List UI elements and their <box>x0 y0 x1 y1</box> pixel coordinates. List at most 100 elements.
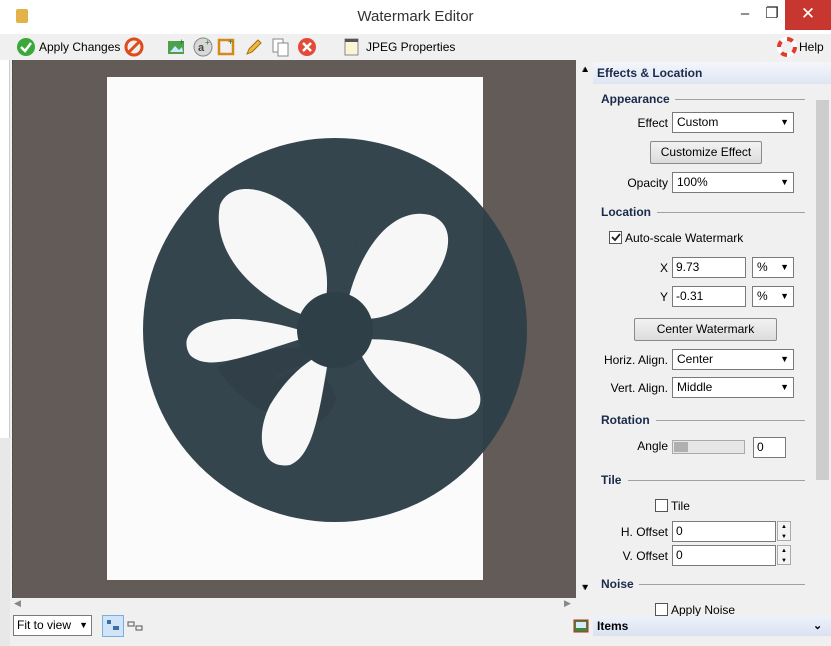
image-thumbnail-icon[interactable] <box>573 619 589 633</box>
effect-value: Custom <box>677 115 719 129</box>
svg-text:+: + <box>228 37 233 47</box>
tile-heading: Tile <box>601 473 622 487</box>
halign-label: Horiz. Align. <box>603 353 668 367</box>
expand-icon[interactable]: ⌄ <box>813 616 822 636</box>
appearance-heading: Appearance <box>601 92 670 106</box>
items-panel-header[interactable]: Items ⌄ <box>593 616 831 636</box>
noise-heading: Noise <box>601 577 634 591</box>
apply-noise-checkbox[interactable] <box>655 603 668 616</box>
apply-changes-button[interactable]: Apply Changes <box>14 36 139 58</box>
help-label: Help <box>799 40 824 54</box>
panel-collapse-icon[interactable]: ▲ <box>581 64 590 74</box>
chevron-down-icon: ▼ <box>780 382 789 392</box>
watermark-fan-logo[interactable] <box>140 135 530 525</box>
x-unit-value: % <box>757 260 768 274</box>
items-label: Items <box>597 619 629 633</box>
delete-icon[interactable] <box>297 37 317 57</box>
scroll-right-icon[interactable]: ▶ <box>564 598 571 609</box>
opacity-select[interactable]: 100% ▼ <box>672 172 794 193</box>
actual-size-toggle[interactable] <box>126 616 146 636</box>
cancel-icon[interactable] <box>124 37 144 57</box>
panel-scroll-down-icon[interactable]: ▼ <box>581 582 590 592</box>
voffset-input[interactable]: 0 <box>672 545 776 566</box>
location-heading: Location <box>601 205 651 219</box>
x-input[interactable]: 9.73 <box>672 257 746 278</box>
close-window-button[interactable]: ✕ <box>785 0 831 30</box>
halign-select[interactable]: Center ▼ <box>672 349 794 370</box>
opacity-value: 100% <box>677 175 708 189</box>
chevron-down-icon: ▼ <box>79 620 88 630</box>
copy-icon[interactable] <box>271 37 291 57</box>
x-label: X <box>659 261 668 275</box>
panel-title: Effects & Location <box>593 62 831 84</box>
chevron-down-icon: ▼ <box>780 291 789 301</box>
valign-value: Middle <box>677 380 713 394</box>
autoscale-label: Auto-scale Watermark <box>625 231 744 245</box>
hoffset-spinner[interactable]: ▲ ▼ <box>777 521 791 541</box>
tile-checkbox[interactable] <box>655 499 668 512</box>
apply-noise-label: Apply Noise <box>671 603 736 617</box>
svg-text:+: + <box>205 38 210 47</box>
layout-icon <box>107 620 119 630</box>
checkmark-icon <box>611 233 621 242</box>
angle-slider-thumb[interactable] <box>674 442 688 452</box>
document-icon <box>344 38 359 56</box>
effect-select[interactable]: Custom ▼ <box>672 112 794 133</box>
valign-label: Vert. Align. <box>610 381 668 395</box>
canvas-vertical-scrollbar[interactable]: ▲ ▼ <box>577 60 592 598</box>
help-button[interactable]: Help <box>777 36 829 58</box>
halign-value: Center <box>677 352 714 366</box>
left-strip-empty <box>0 438 10 646</box>
zoom-value: Fit to view <box>17 618 72 632</box>
customize-effect-button[interactable]: Customize Effect <box>650 141 762 164</box>
valign-select[interactable]: Middle ▼ <box>672 377 794 398</box>
svg-text:+: + <box>179 37 184 47</box>
maximize-button[interactable]: ❐ <box>757 0 787 30</box>
divider <box>639 584 805 585</box>
divider <box>675 99 805 100</box>
x-unit-select[interactable]: % ▼ <box>752 257 794 278</box>
chevron-down-icon: ▼ <box>780 354 789 364</box>
check-icon <box>17 38 35 56</box>
angle-slider[interactable] <box>672 440 745 454</box>
y-unit-value: % <box>757 289 768 303</box>
canvas-horizontal-scrollbar[interactable]: ◀ ▶ <box>12 598 576 612</box>
scroll-left-icon[interactable]: ◀ <box>14 598 21 609</box>
fit-view-toggle[interactable] <box>102 615 124 637</box>
add-frame-icon[interactable]: + <box>216 37 236 57</box>
tile-label: Tile <box>671 499 690 513</box>
window-title: Watermark Editor <box>357 8 474 25</box>
opacity-label: Opacity <box>627 176 668 190</box>
add-image-icon[interactable]: + <box>167 37 187 57</box>
jpeg-properties-label: JPEG Properties <box>366 40 456 54</box>
chevron-down-icon: ▼ <box>780 262 789 272</box>
divider <box>657 212 805 213</box>
lifebuoy-icon <box>777 37 797 57</box>
add-text-icon[interactable]: a + <box>192 36 214 58</box>
y-input[interactable]: -0.31 <box>672 286 746 307</box>
center-watermark-button[interactable]: Center Watermark <box>634 318 777 341</box>
y-unit-select[interactable]: % ▼ <box>752 286 794 307</box>
hoffset-label: H. Offset <box>620 525 668 539</box>
y-label: Y <box>659 290 668 304</box>
voffset-label: V. Offset <box>622 549 668 563</box>
apply-changes-label: Apply Changes <box>39 40 121 54</box>
layout-alt-icon <box>127 621 143 631</box>
chevron-down-icon: ▼ <box>780 117 789 127</box>
jpeg-properties-button[interactable]: JPEG Properties <box>344 36 456 58</box>
autoscale-checkbox[interactable] <box>609 231 622 244</box>
edit-pencil-icon[interactable] <box>244 37 264 57</box>
svg-text:a: a <box>198 42 205 54</box>
zoom-select[interactable]: Fit to view ▼ <box>13 615 92 636</box>
panel-scroll-thumb[interactable] <box>816 100 829 480</box>
voffset-spinner[interactable]: ▲ ▼ <box>777 545 791 565</box>
angle-label: Angle <box>637 439 668 453</box>
rotation-heading: Rotation <box>601 413 650 427</box>
angle-input[interactable]: 0 <box>753 437 786 458</box>
effect-label: Effect <box>637 116 668 130</box>
hoffset-input[interactable]: 0 <box>672 521 776 542</box>
divider <box>656 420 805 421</box>
divider <box>628 480 805 481</box>
minimize-button[interactable]: – <box>730 0 760 30</box>
left-file-strip <box>0 60 10 438</box>
